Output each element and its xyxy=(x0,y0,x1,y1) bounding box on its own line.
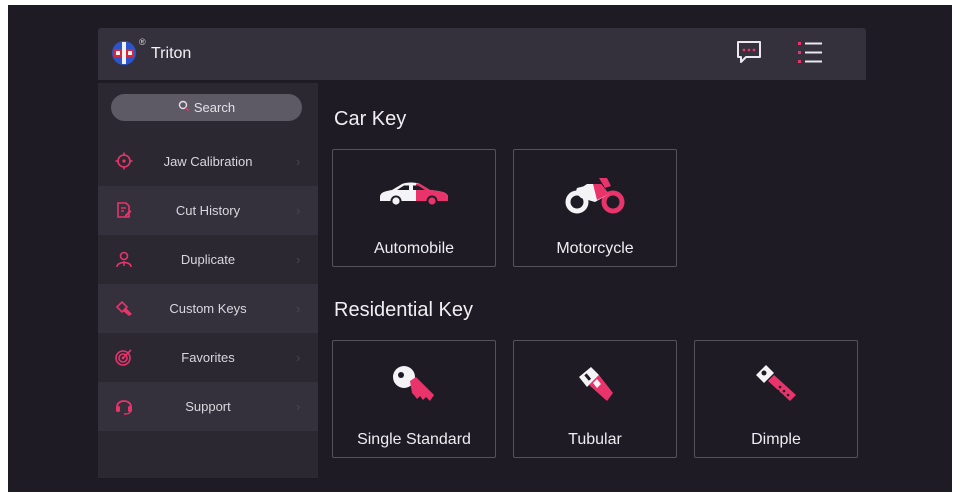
card-label: Single Standard xyxy=(357,431,471,448)
top-bar: ® Triton xyxy=(98,28,866,80)
custom-key-icon xyxy=(114,298,134,318)
search-label: Search xyxy=(193,100,236,115)
card-automobile[interactable]: Automobile xyxy=(332,149,496,267)
tubular-key-icon xyxy=(514,363,676,407)
crosshair-icon xyxy=(114,151,134,171)
sidebar-item-custom-keys[interactable]: Custom Keys › xyxy=(98,284,318,333)
car-icon xyxy=(333,172,495,216)
triton-logo xyxy=(111,40,137,66)
card-dimple[interactable]: Dimple xyxy=(694,340,858,458)
app-window: ® Triton Search Jaw Calibration › Cut Hi… xyxy=(98,28,866,478)
sidebar-item-label: Support xyxy=(185,399,231,414)
sidebar-item-duplicate[interactable]: Duplicate › xyxy=(98,235,318,284)
sidebar-item-label: Cut History xyxy=(175,203,241,218)
chevron-right-icon: › xyxy=(296,203,301,218)
chevron-right-icon: › xyxy=(296,350,301,365)
menu-list-icon xyxy=(795,37,825,72)
card-label: Automobile xyxy=(373,240,455,257)
card-label: Tubular xyxy=(568,431,622,448)
sidebar-item-jaw-calibration[interactable]: Jaw Calibration › xyxy=(98,137,318,186)
person-key-icon xyxy=(114,249,134,269)
menu-button[interactable] xyxy=(794,38,826,70)
sidebar-item-label: Duplicate xyxy=(180,252,236,267)
sidebar-item-label: Favorites xyxy=(181,350,235,365)
message-button[interactable] xyxy=(734,40,764,68)
target-icon xyxy=(114,347,134,367)
chevron-right-icon: › xyxy=(296,154,301,169)
section-title-residential-key: Residential Key xyxy=(334,299,473,321)
card-tubular[interactable]: Tubular xyxy=(513,340,677,458)
motorcycle-icon xyxy=(514,172,676,216)
card-single-standard[interactable]: Single Standard xyxy=(332,340,496,458)
search-icon xyxy=(178,100,194,115)
edit-document-icon xyxy=(114,200,134,220)
standard-key-icon xyxy=(333,363,495,407)
chevron-right-icon: › xyxy=(296,399,301,414)
sidebar-item-favorites[interactable]: Favorites › xyxy=(98,333,318,382)
screen-frame: ® Triton Search Jaw Calibration › Cut Hi… xyxy=(8,5,952,492)
card-label: Motorcycle xyxy=(556,240,634,257)
card-motorcycle[interactable]: Motorcycle xyxy=(513,149,677,267)
dimple-key-icon xyxy=(695,363,857,407)
chevron-right-icon: › xyxy=(296,301,301,316)
app-title: Triton xyxy=(151,45,192,62)
section-title-car-key: Car Key xyxy=(334,108,407,130)
chevron-right-icon: › xyxy=(296,252,301,267)
card-label: Dimple xyxy=(751,431,801,448)
sidebar-item-label: Custom Keys xyxy=(169,301,247,316)
sidebar-item-cut-history[interactable]: Cut History › xyxy=(98,186,318,235)
headset-icon xyxy=(114,396,134,416)
search-button[interactable]: Search xyxy=(111,94,302,121)
sidebar-item-label: Jaw Calibration xyxy=(163,154,253,169)
chat-icon xyxy=(735,39,763,70)
sidebar-item-support[interactable]: Support › xyxy=(98,382,318,431)
registered-mark: ® xyxy=(139,37,146,47)
sidebar: Search Jaw Calibration › Cut History › D… xyxy=(98,83,318,478)
